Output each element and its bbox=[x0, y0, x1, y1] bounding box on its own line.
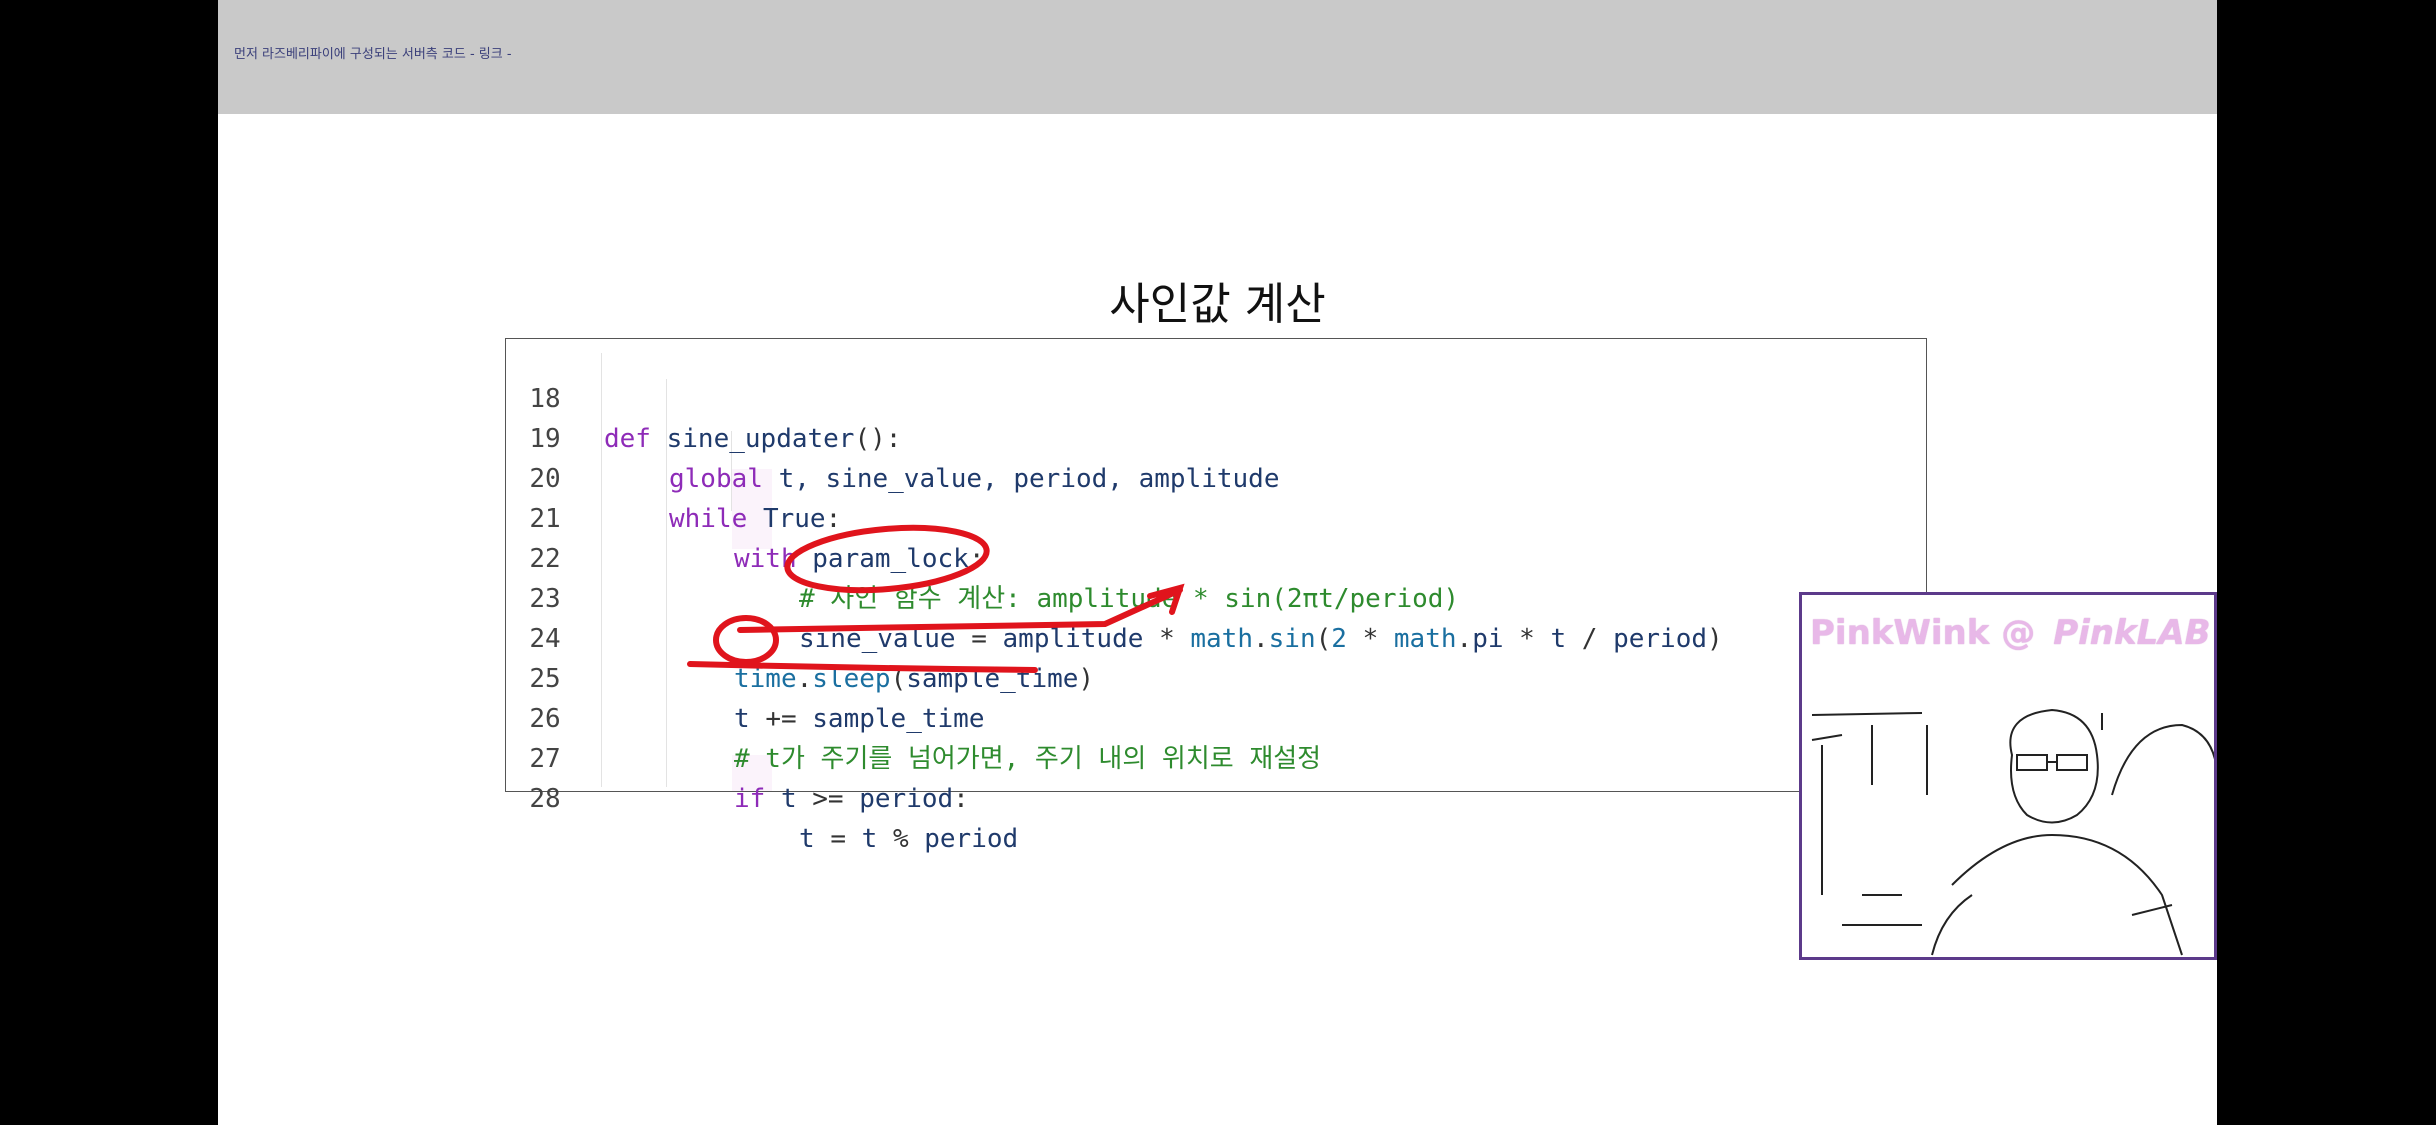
code-line-23: 23 sine_value = amplitude * math.sin(2 *… bbox=[506, 539, 1926, 654]
code-line-18: 18 def sine_updater(): bbox=[506, 339, 1926, 454]
line-number: 28 bbox=[529, 784, 561, 814]
webcam-sketch-image bbox=[1811, 708, 2214, 956]
code-line-22: 22 # 사인 함수 계산: amplitude * sin(2πt/perio… bbox=[506, 499, 1926, 614]
code-block: 18 def sine_updater(): 19 global t, sine… bbox=[505, 338, 1927, 854]
code-line-25: 25 t += sample_time bbox=[506, 619, 1926, 734]
code-line-20: 20 while True: bbox=[506, 419, 1926, 534]
code-line-19: 19 global t, sine_value, period, amplitu… bbox=[506, 379, 1926, 494]
code-text: t = t % period bbox=[799, 824, 1019, 854]
code-line-27: 27 if t >= period: bbox=[506, 699, 1926, 814]
webcam-overlay: PinkWink @ PinkLAB bbox=[1799, 592, 2217, 960]
code-line-24: 24 time.sleep(sample_time) bbox=[506, 579, 1926, 694]
code-line-21: 21 with param_lock: bbox=[506, 459, 1926, 574]
video-top-bar: 먼저 라즈베리파이에 구성되는 서버측 코드 - 링크 - bbox=[218, 0, 2217, 114]
code-line-26: 26 # t가 주기를 넘어가면, 주기 내의 위치로 재설정 bbox=[506, 659, 1926, 774]
code-text: if t >= period: bbox=[734, 784, 969, 814]
video-title: 먼저 라즈베리파이에 구성되는 서버측 코드 - 링크 - bbox=[234, 47, 512, 62]
code-line-28: 28 t = t % period bbox=[506, 739, 1926, 854]
slide-title: 사인값 계산 bbox=[1109, 279, 1326, 330]
